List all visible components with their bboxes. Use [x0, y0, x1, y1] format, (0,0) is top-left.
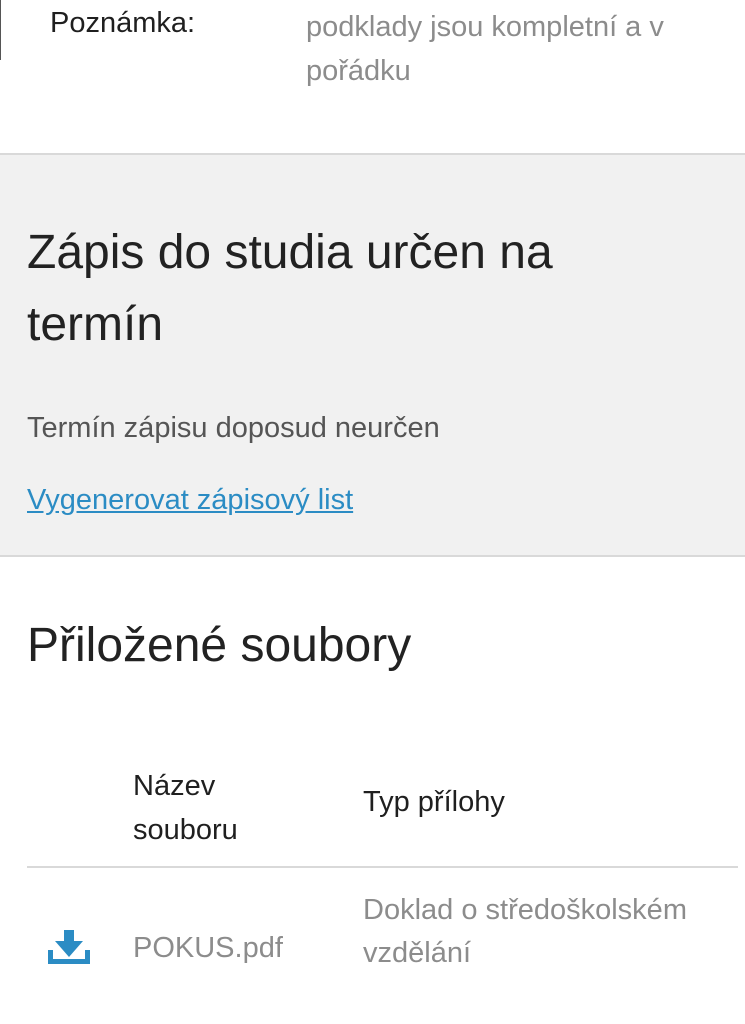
enrollment-section: Zápis do studia určen na termín Termín z… — [0, 153, 745, 557]
attachments-title: Přiložené soubory — [27, 619, 412, 672]
enrollment-title: Zápis do studia určen na termín — [27, 226, 553, 351]
note-value: podklady jsou kompletní a v pořádku — [306, 11, 664, 87]
file-name[interactable]: POKUS.pdf — [133, 932, 283, 965]
column-header-attachment-type: Typ přílohy — [363, 786, 505, 818]
note-label: Poznámka: — [50, 7, 196, 39]
column-header-file-name: Název souboru — [133, 770, 238, 846]
table-divider — [27, 866, 738, 868]
page: Poznámka: podklady jsou kompletní a v po… — [0, 0, 745, 1024]
enrollment-status: Termín zápisu doposud neurčen — [27, 412, 440, 444]
download-icon[interactable] — [46, 930, 92, 968]
generate-enrollment-sheet-link[interactable]: Vygenerovat zápisový list — [27, 484, 353, 517]
attachment-type: Doklad o středoškolském vzdělání — [363, 894, 687, 969]
left-border-line — [0, 0, 1, 60]
note-section: Poznámka: podklady jsou kompletní a v po… — [0, 0, 745, 153]
